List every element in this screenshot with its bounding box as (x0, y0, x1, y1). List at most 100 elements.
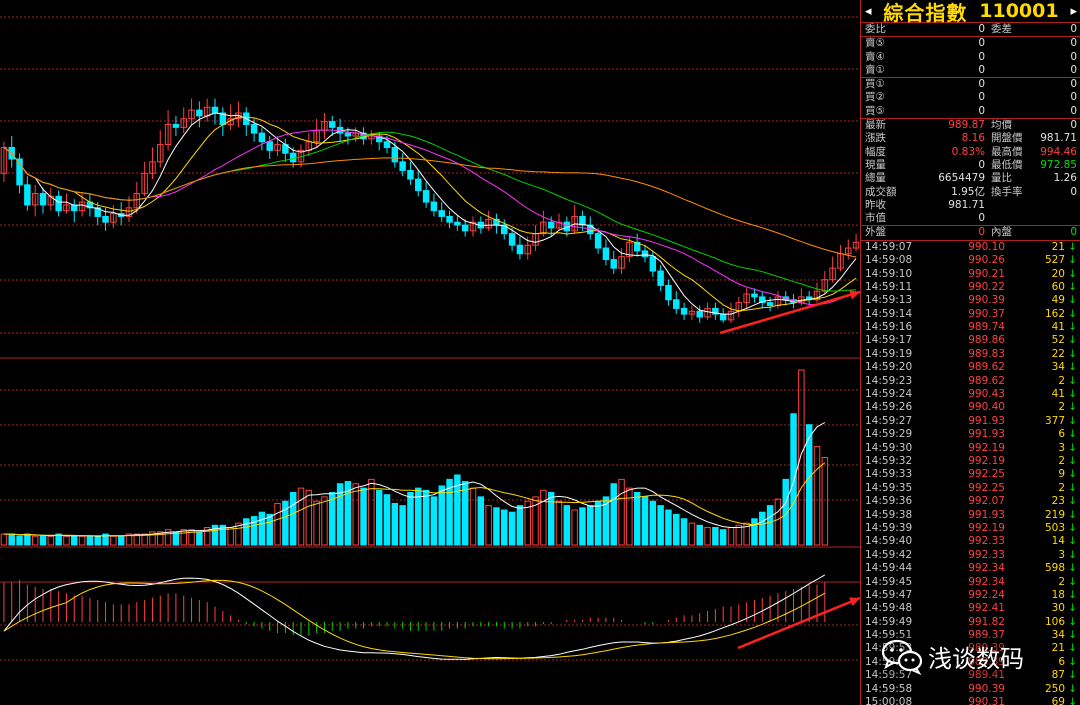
sell-order-volume: 0 (1070, 63, 1077, 76)
tick-direction-icon: ↓ (1068, 548, 1077, 561)
tick-price: 992.19 (968, 441, 1005, 454)
tick-row[interactable]: 14:59:36 992.07 23 ↓ (861, 495, 1080, 508)
quote-row: 昨收 981.71 (861, 199, 1080, 212)
candle-body (516, 244, 524, 255)
quote-value: 1.95亿 (951, 185, 985, 198)
candle-body (329, 121, 336, 128)
tick-row[interactable]: 14:59:10 990.21 20 ↓ (861, 268, 1080, 281)
tick-direction-icon: ↓ (1068, 441, 1077, 454)
tick-time: 14:59:33 (865, 468, 913, 481)
tick-row[interactable]: 14:59:17 989.86 52 ↓ (861, 334, 1080, 347)
candle-body (665, 284, 672, 301)
tick-direction-icon: ↓ (1068, 401, 1077, 414)
volume-bar (86, 535, 94, 546)
panel-header: ◂ 綜合指數 110001 ▸ (861, 0, 1080, 25)
tick-volume: 2 (1058, 481, 1065, 494)
tick-row[interactable]: 14:59:19 989.83 22 ↓ (861, 348, 1080, 361)
candle-body (250, 123, 258, 134)
tick-row[interactable]: 14:59:29 991.93 6 ↓ (861, 428, 1080, 441)
macd-dea-line (3, 579, 826, 660)
tick-row[interactable]: 14:59:30 992.19 3 ↓ (861, 442, 1080, 455)
quote-value: 0 (978, 158, 985, 171)
index-code: 110001 (979, 0, 1059, 22)
tick-volume: 2 (1058, 401, 1065, 414)
buy-order-price: 0 (978, 91, 985, 104)
tick-row[interactable]: 14:59:07 990.10 21 ↓ (861, 241, 1080, 254)
candle-body (579, 215, 586, 226)
tick-volume: 598 (1044, 562, 1065, 575)
volume-bar (8, 533, 15, 546)
tick-row[interactable]: 14:59:44 992.34 598 ↓ (861, 562, 1080, 575)
volume-bar (71, 535, 78, 546)
quote-label-2: 均價 (991, 119, 1012, 132)
volume-bar (704, 527, 711, 546)
volume-bar (282, 500, 289, 546)
sell-order-label: 賣⑤ (865, 37, 885, 50)
quote-panel: ◂ 綜合指數 110001 ▸ 委比 0 委差 0 賣⑤ 0 0 賣④ 0 0 賣① 0 0 買… (860, 0, 1080, 705)
tick-row[interactable]: 14:59:20 989.62 34 ↓ (861, 361, 1080, 374)
tick-row[interactable]: 14:59:32 992.19 2 ↓ (861, 455, 1080, 468)
tick-time: 14:59:36 (865, 495, 913, 508)
tick-row[interactable]: 14:59:13 990.39 49 ↓ (861, 294, 1080, 307)
tick-direction-icon: ↓ (1068, 696, 1077, 705)
tick-row[interactable]: 14:59:23 989.62 2 ↓ (861, 375, 1080, 388)
tick-volume: 52 (1051, 334, 1065, 347)
tick-row[interactable]: 14:59:14 990.37 162 ↓ (861, 308, 1080, 321)
prev-stock-button[interactable]: ◂ (865, 4, 872, 19)
tick-row[interactable]: 14:59:16 989.74 41 ↓ (861, 321, 1080, 334)
tick-volume: 60 (1051, 280, 1065, 293)
tick-row[interactable]: 14:59:47 992.24 18 ↓ (861, 589, 1080, 602)
volume-bar (407, 492, 414, 546)
order-diff-label: 委差 (991, 23, 1012, 35)
candle-body (344, 132, 352, 137)
tick-row[interactable]: 14:59:49 991.82 106 ↓ (861, 616, 1080, 629)
tick-row[interactable]: 14:59:38 991.93 219 ↓ (861, 509, 1080, 522)
sell-order-volume: 0 (1070, 37, 1077, 50)
volume-bar (766, 505, 774, 546)
tick-price: 992.19 (968, 521, 1005, 534)
quote-row: 幅度 0.83% 最高價 994.46 (861, 146, 1080, 159)
macd-dif-line (3, 574, 826, 660)
tick-row[interactable]: 15:00:08 990.31 69 ↓ (861, 696, 1080, 705)
tick-time: 14:59:32 (865, 455, 913, 467)
tick-direction-icon: ↓ (1068, 374, 1077, 387)
tick-direction-icon: ↓ (1068, 388, 1077, 401)
tick-price: 992.41 (968, 602, 1005, 615)
tick-row[interactable]: 14:59:24 990.43 41 ↓ (861, 388, 1080, 401)
tick-price: 992.25 (968, 468, 1005, 481)
tick-row[interactable]: 14:59:45 992.34 2 ↓ (861, 576, 1080, 589)
tick-row[interactable]: 14:59:39 992.19 503 ↓ (861, 522, 1080, 535)
candle-body (673, 299, 680, 309)
tick-direction-icon: ↓ (1068, 575, 1077, 588)
tick-time: 14:59:27 (865, 414, 913, 427)
tick-row[interactable]: 14:59:48 992.41 30 ↓ (861, 602, 1080, 615)
next-stock-button[interactable]: ▸ (1070, 4, 1077, 19)
volume-bar (633, 492, 641, 546)
tick-row[interactable]: 14:59:11 990.22 60 ↓ (861, 281, 1080, 294)
kline-chart-area[interactable] (0, 0, 860, 705)
tick-row[interactable]: 14:59:35 992.25 2 ↓ (861, 482, 1080, 495)
tick-row[interactable]: 14:59:42 992.33 3 ↓ (861, 549, 1080, 562)
volume-bar (391, 502, 399, 546)
buy-orders: 買① 0 0 買② 0 0 買⑤ 0 0 (861, 78, 1080, 118)
candle-body (211, 106, 219, 114)
volume-bar (180, 529, 187, 546)
tick-row[interactable]: 14:59:26 990.40 2 ↓ (861, 401, 1080, 414)
tick-price: 991.93 (968, 414, 1005, 427)
candle-body (766, 302, 774, 307)
tick-row[interactable]: 14:59:40 992.33 14 ↓ (861, 535, 1080, 548)
tick-row[interactable]: 14:59:58 990.39 250 ↓ (861, 683, 1080, 696)
volume-bar (289, 492, 297, 546)
tick-volume: 503 (1044, 521, 1065, 534)
tick-direction-icon: ↓ (1068, 361, 1077, 374)
volume-bar (196, 531, 203, 546)
tick-time: 14:59:23 (865, 374, 913, 387)
tick-row[interactable]: 14:59:08 990.26 527 ↓ (861, 254, 1080, 267)
outer-label: 外盤 (865, 226, 886, 239)
buy-order-row: 買② 0 0 (861, 91, 1080, 104)
volume-bar (321, 496, 328, 546)
tick-row[interactable]: 14:59:33 992.25 9 ↓ (861, 468, 1080, 481)
tick-row[interactable]: 14:59:27 991.93 377 ↓ (861, 415, 1080, 428)
candle-body (196, 109, 203, 117)
volume-bar (399, 505, 406, 546)
